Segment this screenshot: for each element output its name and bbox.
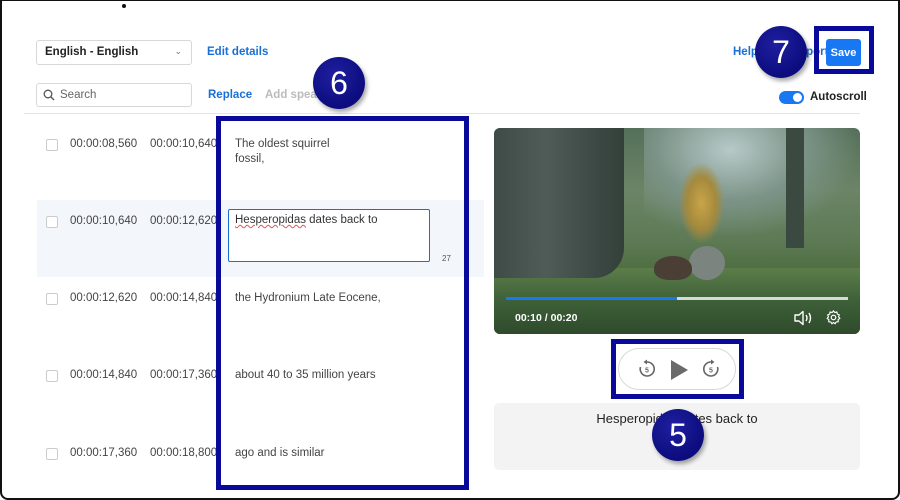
caption-row[interactable]: 00:00:12,620 00:00:14,840 the Hydronium …	[37, 277, 484, 354]
search-icon	[43, 89, 55, 101]
caption-text[interactable]: The oldest squirrel fossil,	[235, 137, 435, 167]
autoscroll-toggle[interactable]	[779, 91, 804, 104]
video-player[interactable]: 00:10 / 00:20	[494, 128, 860, 334]
rewind-5-icon[interactable]: 5	[637, 359, 657, 379]
settings-gear-icon[interactable]	[825, 309, 842, 326]
row-checkbox[interactable]	[46, 448, 58, 460]
misspelled-word: Hesperopidas	[235, 214, 306, 226]
start-time[interactable]: 00:00:12,620	[70, 292, 137, 304]
video-frame-background	[644, 128, 860, 238]
app-window: English - English ⌄ Edit details Help Ex…	[0, 0, 900, 500]
annotation-badge-7: 7	[755, 26, 807, 78]
caption-text-line: The oldest squirrel	[235, 138, 330, 150]
video-time-display: 00:10 / 00:20	[515, 312, 578, 324]
video-frame-squirrel-tail	[689, 246, 725, 280]
video-frame-tree	[786, 128, 804, 248]
playback-controls: 5 5	[618, 348, 736, 390]
language-select[interactable]: English - English ⌄	[36, 40, 192, 65]
start-time[interactable]: 00:00:08,560	[70, 138, 137, 150]
caption-text[interactable]: ago and is similar	[235, 446, 435, 461]
start-time[interactable]: 00:00:10,640	[70, 215, 137, 227]
annotation-badge-5: 5	[652, 409, 704, 461]
video-frame-foliage	[679, 163, 724, 243]
caption-edit-textarea[interactable]: Hesperopidas dates back to	[228, 209, 430, 262]
row-checkbox[interactable]	[46, 293, 58, 305]
volume-icon[interactable]	[793, 310, 813, 326]
caption-text[interactable]: the Hydronium Late Eocene,	[235, 291, 435, 306]
window-dot	[122, 4, 126, 8]
caption-text[interactable]: about 40 to 35 million years	[235, 368, 435, 383]
annotation-badge-6: 6	[313, 57, 365, 109]
save-button[interactable]: Save	[826, 39, 861, 66]
search-input[interactable]	[60, 89, 180, 101]
autoscroll-label: Autoscroll	[810, 91, 867, 103]
search-field[interactable]	[36, 83, 192, 107]
caption-row[interactable]: 00:00:08,560 00:00:10,640 The oldest squ…	[37, 116, 484, 193]
chevron-down-icon: ⌄	[174, 46, 182, 56]
row-checkbox[interactable]	[46, 370, 58, 382]
language-select-value: English - English	[45, 46, 139, 58]
start-time[interactable]: 00:00:14,840	[70, 369, 137, 381]
forward-5-icon[interactable]: 5	[701, 359, 721, 379]
character-count: 27	[442, 254, 451, 263]
video-frame-squirrel	[654, 256, 692, 280]
row-checkbox[interactable]	[46, 139, 58, 151]
divider	[24, 113, 860, 114]
video-progress-bar[interactable]	[506, 297, 848, 300]
caption-row[interactable]: 00:00:14,840 00:00:17,360 about 40 to 35…	[37, 354, 484, 431]
caption-row-active[interactable]: 00:00:10,640 00:00:12,620 Hesperopidas d…	[37, 200, 484, 277]
video-frame-tree-trunk	[494, 128, 624, 278]
video-progress-fill	[506, 297, 677, 300]
row-checkbox[interactable]	[46, 216, 58, 228]
forward-seconds-label: 5	[709, 368, 713, 375]
caption-edit-rest: dates back to	[305, 214, 378, 226]
edit-details-link[interactable]: Edit details	[207, 46, 268, 58]
replace-link[interactable]: Replace	[208, 89, 252, 101]
caption-text-line: fossil,	[235, 153, 265, 165]
play-icon[interactable]	[668, 359, 690, 381]
rewind-seconds-label: 5	[645, 368, 649, 375]
caption-row[interactable]: 00:00:17,360 00:00:18,800 ago and is sim…	[37, 431, 484, 498]
start-time[interactable]: 00:00:17,360	[70, 447, 137, 459]
